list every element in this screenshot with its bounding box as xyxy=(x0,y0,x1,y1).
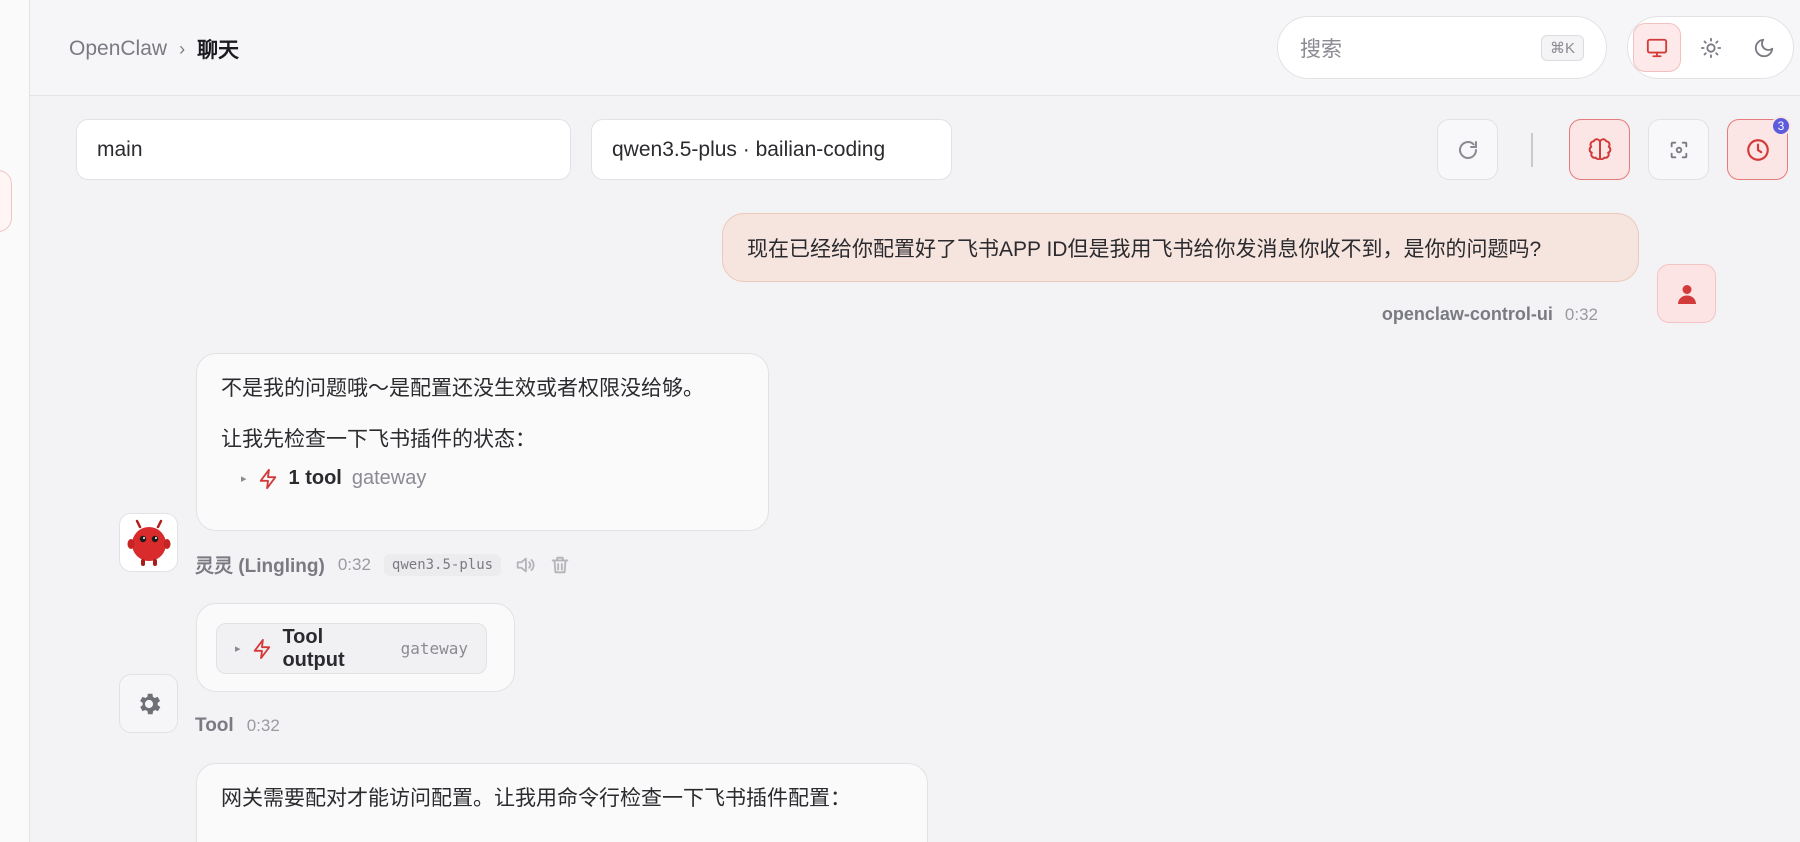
monitor-icon xyxy=(1646,38,1667,57)
expand-caret-icon: ▸ xyxy=(241,473,247,485)
user-message-meta: openclaw-control-ui 0:32 xyxy=(1382,304,1598,325)
model-select[interactable]: qwen3.5-plus · bailian-coding xyxy=(591,119,952,180)
gear-icon xyxy=(139,693,160,714)
user-avatar xyxy=(1657,264,1716,323)
assistant-message: 网关需要配对才能访问配置。让我用命令行检查一下飞书插件配置： xyxy=(196,763,928,842)
message-text: 不是我的问题哦～是配置还没生效或者权限没给够。 xyxy=(221,377,704,400)
theme-dark-button[interactable] xyxy=(1740,23,1788,72)
refresh-icon xyxy=(1458,140,1477,159)
model-chip: qwen3.5-plus xyxy=(383,553,502,576)
session-select[interactable]: main xyxy=(76,119,571,180)
message-sender: Tool xyxy=(195,715,234,736)
assistant-message: 不是我的问题哦～是配置还没生效或者权限没给够。 让我先检查一下飞书插件的状态： … xyxy=(196,353,769,531)
sidebar-toggle[interactable] xyxy=(0,170,12,232)
focus-icon xyxy=(1670,141,1687,158)
tool-name: gateway xyxy=(351,467,427,489)
top-bar: OpenClaw › 聊天 搜索 ⌘K xyxy=(30,0,1800,96)
left-rail xyxy=(0,0,30,842)
brain-icon xyxy=(1588,137,1611,160)
message-time: 0:32 xyxy=(337,554,371,574)
breadcrumb-app[interactable]: OpenClaw xyxy=(69,37,167,61)
message-time: 0:32 xyxy=(246,716,280,735)
read-aloud-button[interactable] xyxy=(514,554,536,576)
assistant-avatar xyxy=(119,513,178,572)
theme-system-button[interactable] xyxy=(1633,23,1681,72)
user-message: 现在已经给你配置好了飞书APP ID但是我用飞书给你发消息你收不到，是你的问题吗… xyxy=(722,213,1639,282)
page-title: 聊天 xyxy=(197,39,240,62)
tool-count: 1 tool xyxy=(288,467,342,489)
message-time: 0:32 xyxy=(1564,305,1598,324)
trash-icon xyxy=(551,556,569,573)
lingling-mascot-icon xyxy=(127,519,170,566)
focus-mode-button[interactable] xyxy=(1648,119,1709,180)
refresh-button[interactable] xyxy=(1437,119,1498,180)
tool-call-summary[interactable]: ▸ 1 tool gateway xyxy=(241,467,744,490)
tool-output-message: ▸ Tool output gateway xyxy=(196,603,515,692)
breadcrumb-separator: › xyxy=(179,38,186,59)
breadcrumb: OpenClaw › 聊天 xyxy=(69,34,239,64)
search-shortcut: ⌘K xyxy=(1540,34,1584,61)
sun-icon xyxy=(1700,37,1721,58)
lightning-icon xyxy=(259,468,276,489)
lightning-icon xyxy=(253,638,270,659)
toolbar-divider xyxy=(1531,133,1533,167)
tool-output-card[interactable]: ▸ Tool output gateway xyxy=(216,623,487,674)
theme-light-button[interactable] xyxy=(1687,23,1735,72)
scheduled-tasks-button[interactable]: 3 xyxy=(1727,116,1791,180)
search-placeholder: 搜索 xyxy=(1300,37,1342,61)
message-text: 网关需要配对才能访问配置。让我用命令行检查一下飞书插件配置： xyxy=(221,787,851,810)
thinking-toggle-button[interactable] xyxy=(1569,119,1630,180)
tool-message-meta: Tool 0:32 xyxy=(195,715,280,737)
scheduled-count-badge: 3 xyxy=(1771,116,1791,136)
clock-icon xyxy=(1746,138,1769,161)
moon-icon xyxy=(1755,38,1774,57)
expand-caret-icon: ▸ xyxy=(235,643,241,655)
speaker-icon xyxy=(516,557,535,572)
search-box[interactable]: 搜索 ⌘K xyxy=(1277,16,1607,79)
user-icon xyxy=(1677,284,1696,304)
delete-message-button[interactable] xyxy=(549,554,571,576)
tool-avatar xyxy=(119,674,178,733)
message-text: 让我先检查一下飞书插件的状态： xyxy=(221,428,536,451)
message-sender: 灵灵 (Lingling) xyxy=(195,556,325,577)
assistant-message-meta: 灵灵 (Lingling) 0:32 qwen3.5-plus xyxy=(195,551,571,578)
tool-name: gateway xyxy=(400,639,468,658)
message-sender: openclaw-control-ui xyxy=(1381,304,1553,324)
theme-switcher xyxy=(1627,16,1794,79)
tool-output-label: Tool output xyxy=(282,625,345,671)
